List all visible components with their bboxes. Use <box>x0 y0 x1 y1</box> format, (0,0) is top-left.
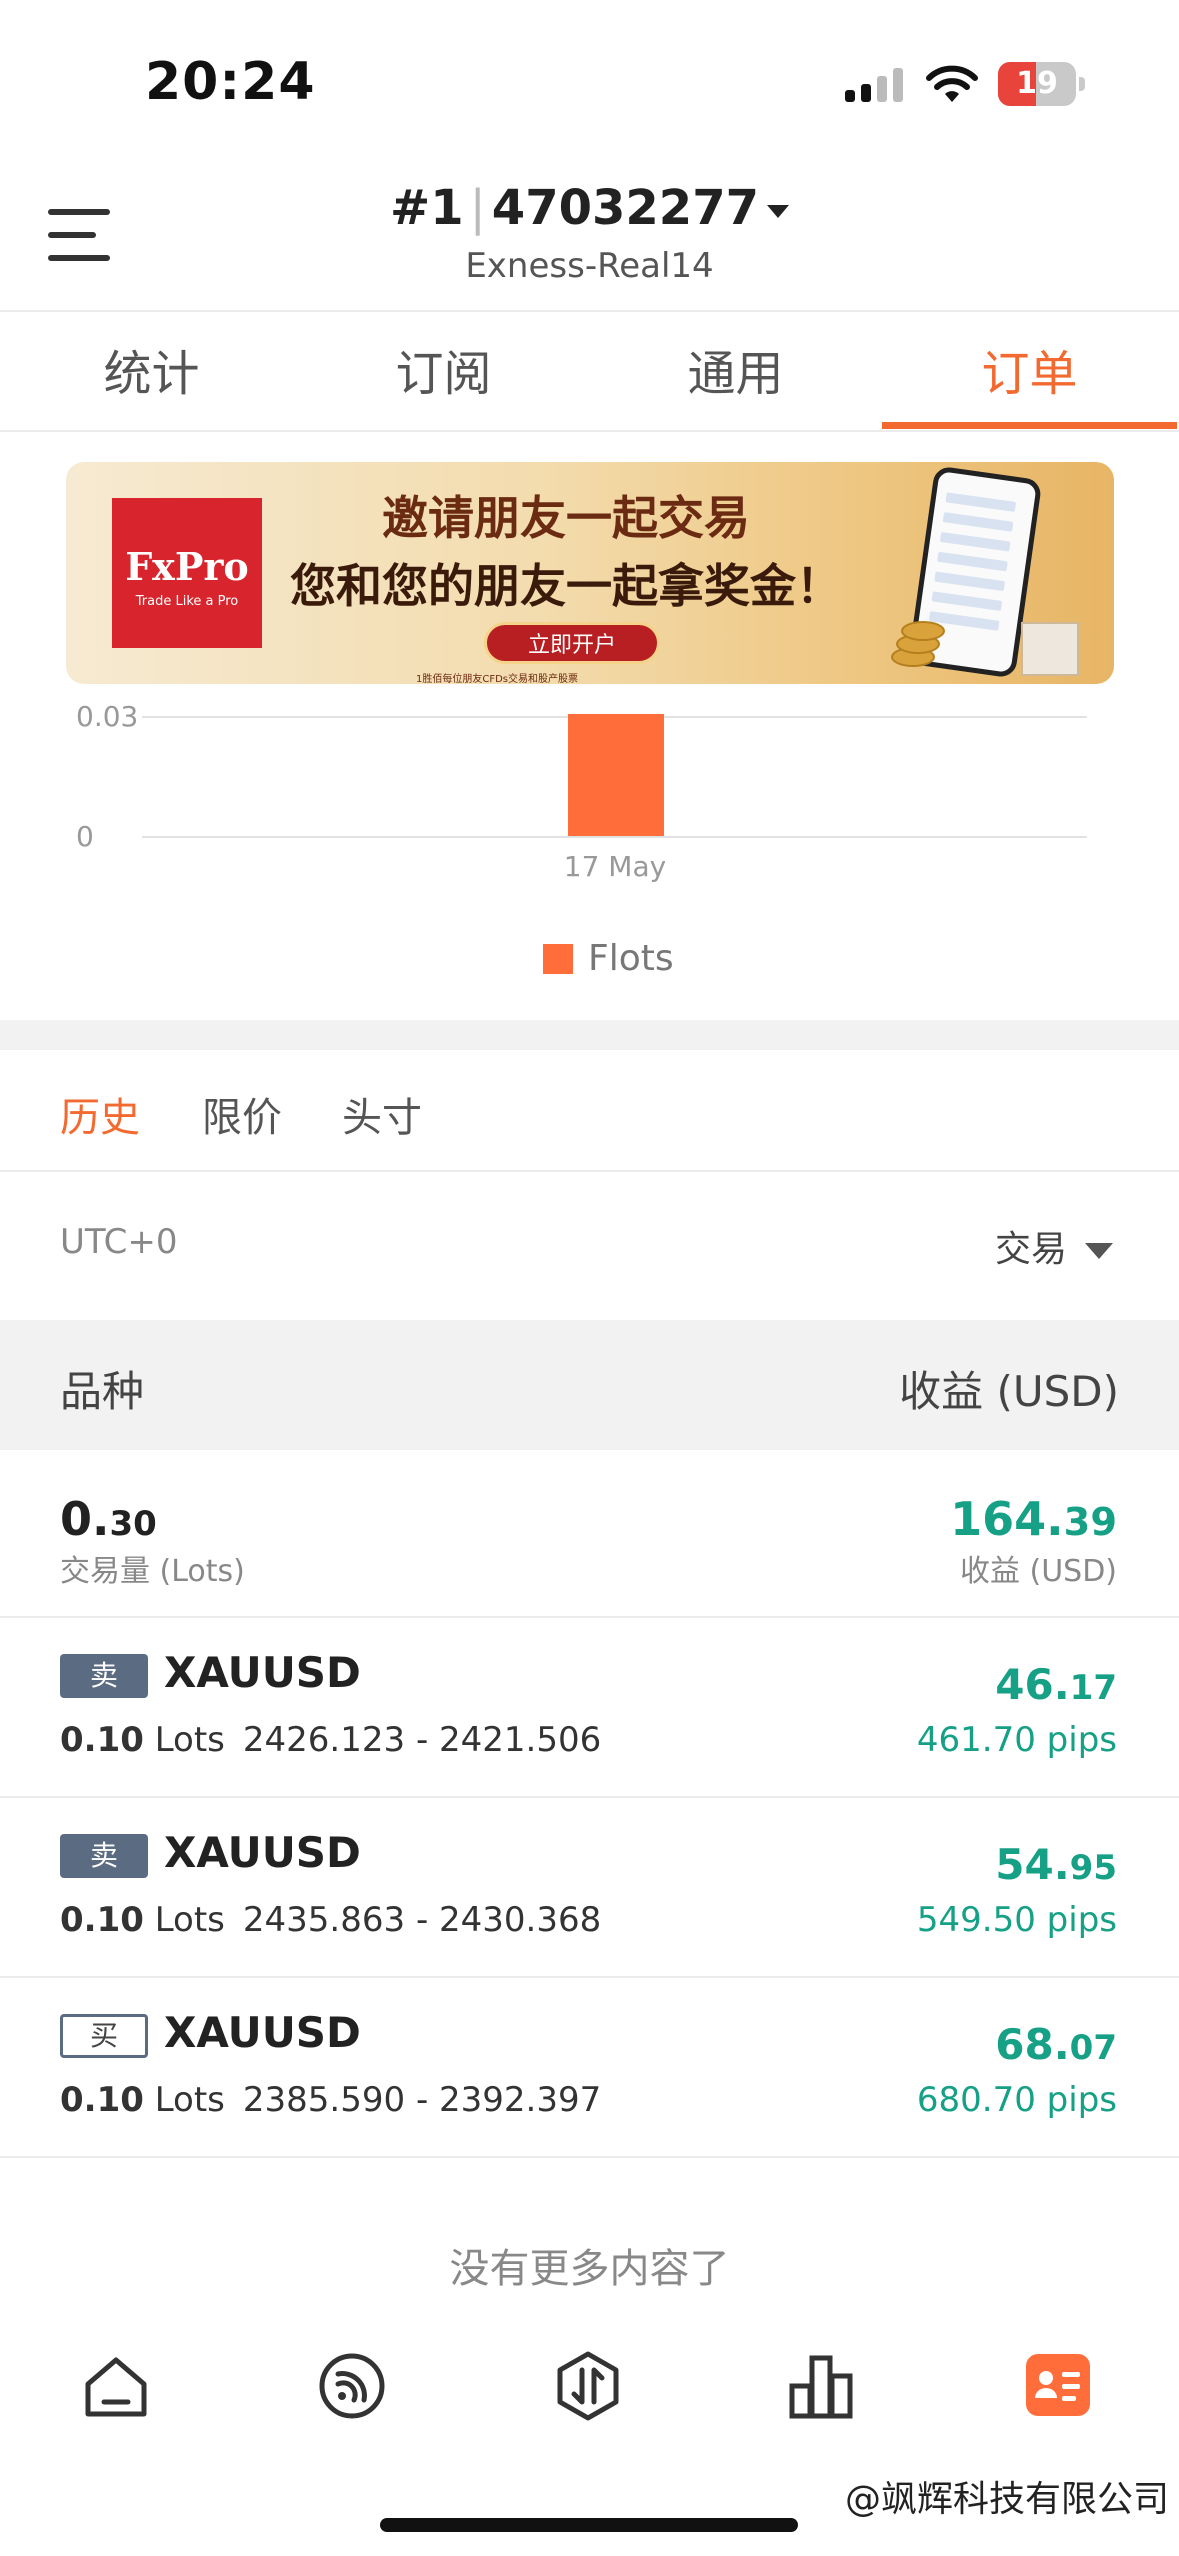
account-prefix: #1 <box>390 180 464 236</box>
banner-cta-button[interactable]: 立即开户 <box>484 622 660 664</box>
subtabs-divider <box>0 1170 1179 1172</box>
promo-banner[interactable]: FxPro Trade Like a Pro 邀请朋友一起交易 您和您的朋友一起… <box>66 462 1114 684</box>
side-badge-sell: 卖 <box>60 1654 148 1698</box>
chart-bar <box>568 714 664 836</box>
fxpro-logo-tagline: Trade Like a Pro <box>135 594 239 609</box>
trade-profit: 54.95 <box>995 1840 1117 1889</box>
status-time: 20:24 <box>145 52 316 112</box>
trade-details: 0.10 Lots 2435.863 - 2430.368 <box>60 1900 602 1940</box>
banner-headline-1: 邀请朋友一起交易 <box>382 491 750 545</box>
chevron-down-icon <box>766 204 789 218</box>
row-divider <box>0 2156 1179 2158</box>
total-lots-label: 交易量 (Lots) <box>60 1554 245 1589</box>
trade-details: 0.10 Lots 2385.590 - 2392.397 <box>60 2080 602 2120</box>
home-icon[interactable] <box>80 2350 152 2422</box>
no-more-content: 没有更多内容了 <box>449 2246 730 2292</box>
column-profit: 收益 (USD) <box>899 1367 1119 1416</box>
trade-icon[interactable] <box>552 2350 624 2422</box>
section-separator <box>0 1020 1179 1050</box>
home-indicator[interactable] <box>380 2518 798 2532</box>
banner-headline-2: 您和您的朋友一起拿奖金！ <box>290 559 842 613</box>
trade-pips: 680.70 pips <box>916 2080 1117 2120</box>
gift-icon <box>1021 622 1079 676</box>
trade-pips: 549.50 pips <box>916 1900 1117 1940</box>
trade-profit: 68.07 <box>995 2020 1117 2069</box>
account-selector[interactable]: #1 | 47032277 <box>0 180 1179 236</box>
cellular-signal-icon <box>845 68 903 102</box>
coin-icon <box>901 621 945 641</box>
header-divider <box>0 310 1179 312</box>
chart-icon[interactable] <box>786 2350 858 2422</box>
tab-subscribe[interactable]: 订阅 <box>296 334 591 404</box>
triangle-down-icon <box>1085 1243 1113 1259</box>
legend-swatch <box>543 944 573 974</box>
watermark: @飒辉科技有限公司 <box>844 2479 1169 2520</box>
legend-label: Flots <box>588 938 674 979</box>
subtab-positions[interactable]: 头寸 <box>342 1085 422 1143</box>
type-filter-label: 交易 <box>994 1229 1067 1270</box>
trade-symbol: XAUUSD <box>164 1648 361 1697</box>
tab-orders[interactable]: 订单 <box>882 334 1177 404</box>
tabs-divider <box>0 430 1179 432</box>
banner-fineprint: 1胜佰每位朋友CFDs交易和股产股票 <box>416 674 579 684</box>
fxpro-logo-name: FxPro <box>125 544 249 589</box>
account-card-icon[interactable] <box>1026 2354 1090 2416</box>
tab-general[interactable]: 通用 <box>588 334 883 404</box>
trade-pips: 461.70 pips <box>916 1720 1117 1760</box>
y-tick-label: 0.03 <box>76 700 139 733</box>
total-profit: 164.39 <box>950 1492 1117 1546</box>
battery-level: 19 <box>1016 66 1058 101</box>
side-badge-buy: 买 <box>60 2014 148 2058</box>
trade-symbol: XAUUSD <box>164 2008 361 2057</box>
y-tick-label: 0 <box>76 820 94 853</box>
tab-stats[interactable]: 统计 <box>4 334 299 404</box>
trade-profit: 46.17 <box>995 1660 1117 1709</box>
timezone-label[interactable]: UTC+0 <box>60 1222 178 1262</box>
account-number: 47032277 <box>491 180 759 236</box>
battery-icon: 19 <box>998 62 1085 106</box>
chart-baseline <box>142 836 1087 838</box>
trade-details: 0.10 Lots 2426.123 - 2421.506 <box>60 1720 602 1760</box>
total-profit-label: 收益 (USD) <box>959 1554 1117 1589</box>
side-badge-sell: 卖 <box>60 1834 148 1878</box>
tab-active-indicator <box>882 422 1177 429</box>
signal-icon[interactable] <box>316 2350 388 2422</box>
x-tick-label: 17 May <box>563 850 667 883</box>
subtab-history[interactable]: 历史 <box>60 1085 140 1143</box>
subtab-limit[interactable]: 限价 <box>202 1085 282 1143</box>
server-name: Exness-Real14 <box>465 246 714 286</box>
wifi-icon <box>926 65 978 102</box>
fxpro-logo: FxPro Trade Like a Pro <box>112 498 262 648</box>
trade-symbol: XAUUSD <box>164 1828 361 1877</box>
column-symbol: 品种 <box>60 1367 145 1416</box>
type-filter-dropdown[interactable]: 交易 <box>995 1220 1113 1272</box>
total-lots: 0.30 <box>60 1492 157 1546</box>
